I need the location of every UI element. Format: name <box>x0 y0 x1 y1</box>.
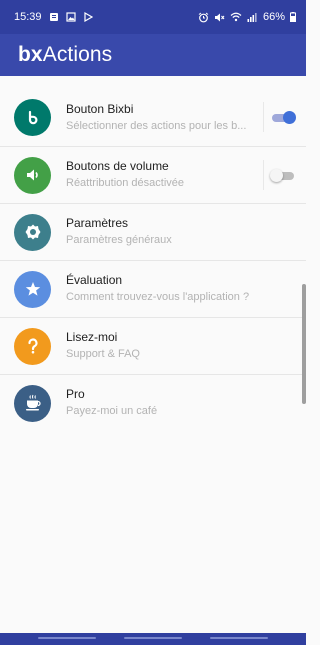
list-item-subtitle: Réattribution désactivée <box>66 177 185 189</box>
recents-button[interactable] <box>38 637 96 639</box>
list-item-subtitle: Sélectionner des actions pour les b... <box>66 119 247 132</box>
status-time: 15:39 <box>14 11 42 23</box>
back-button[interactable] <box>210 637 268 639</box>
divider <box>263 160 264 190</box>
list-item-readme[interactable]: Lisez-moi Support & FAQ <box>0 317 306 374</box>
list-item-title: Évaluation <box>66 273 123 287</box>
status-bar: 15:39 66% <box>0 0 306 34</box>
list-item-subtitle: Paramètres généraux <box>66 234 172 246</box>
home-button[interactable] <box>124 637 182 639</box>
list-item-title: Paramètres <box>66 216 129 230</box>
mute-icon <box>214 12 225 23</box>
scrollbar[interactable] <box>302 284 306 404</box>
list-item-subtitle: Payez-moi un café <box>66 405 158 417</box>
signal-icon <box>247 12 258 22</box>
question-icon <box>14 327 51 365</box>
battery-percent: 66% <box>262 11 285 23</box>
play-store-icon <box>83 12 93 22</box>
bixby-button-toggle[interactable] <box>272 111 296 124</box>
app-title: bxActions <box>18 43 112 67</box>
volume-icon <box>14 156 51 194</box>
list-item-subtitle: Comment trouvez-vous l'application ? <box>66 291 250 303</box>
bixby-icon <box>14 99 51 136</box>
list-item-title: Bouton Bixbi <box>66 101 134 116</box>
wifi-icon <box>230 12 242 22</box>
volume-buttons-toggle[interactable] <box>270 169 294 182</box>
app-bar: bxActions <box>0 34 306 76</box>
list-item-rating[interactable]: Évaluation Comment trouvez-vous l'applic… <box>0 260 306 317</box>
divider <box>263 102 264 132</box>
battery-icon <box>290 12 296 22</box>
app-title-rest: Actions <box>42 43 113 66</box>
settings-icon <box>14 213 51 251</box>
image-icon <box>65 12 76 22</box>
list-item-settings[interactable]: Paramètres Paramètres généraux <box>0 203 306 260</box>
list-item-pro[interactable]: Pro Payez-moi un café <box>0 374 306 431</box>
list-item-title: Boutons de volume <box>66 159 169 173</box>
menu-list: Bouton Bixbi Sélectionner des actions po… <box>0 89 306 431</box>
list-item-bixby-button[interactable]: Bouton Bixbi Sélectionner des actions po… <box>0 89 306 146</box>
list-item-title: Pro <box>66 387 85 401</box>
list-item-volume-buttons[interactable]: Boutons de volume Réattribution désactiv… <box>0 146 306 203</box>
app-title-bold: bx <box>18 43 43 66</box>
list-item-title: Lisez-moi <box>66 330 118 344</box>
coffee-icon <box>14 384 51 422</box>
star-icon <box>14 270 51 308</box>
alarm-icon <box>198 12 209 23</box>
list-item-subtitle: Support & FAQ <box>66 348 140 360</box>
navigation-bar <box>0 633 306 645</box>
notification-icon <box>49 12 59 22</box>
